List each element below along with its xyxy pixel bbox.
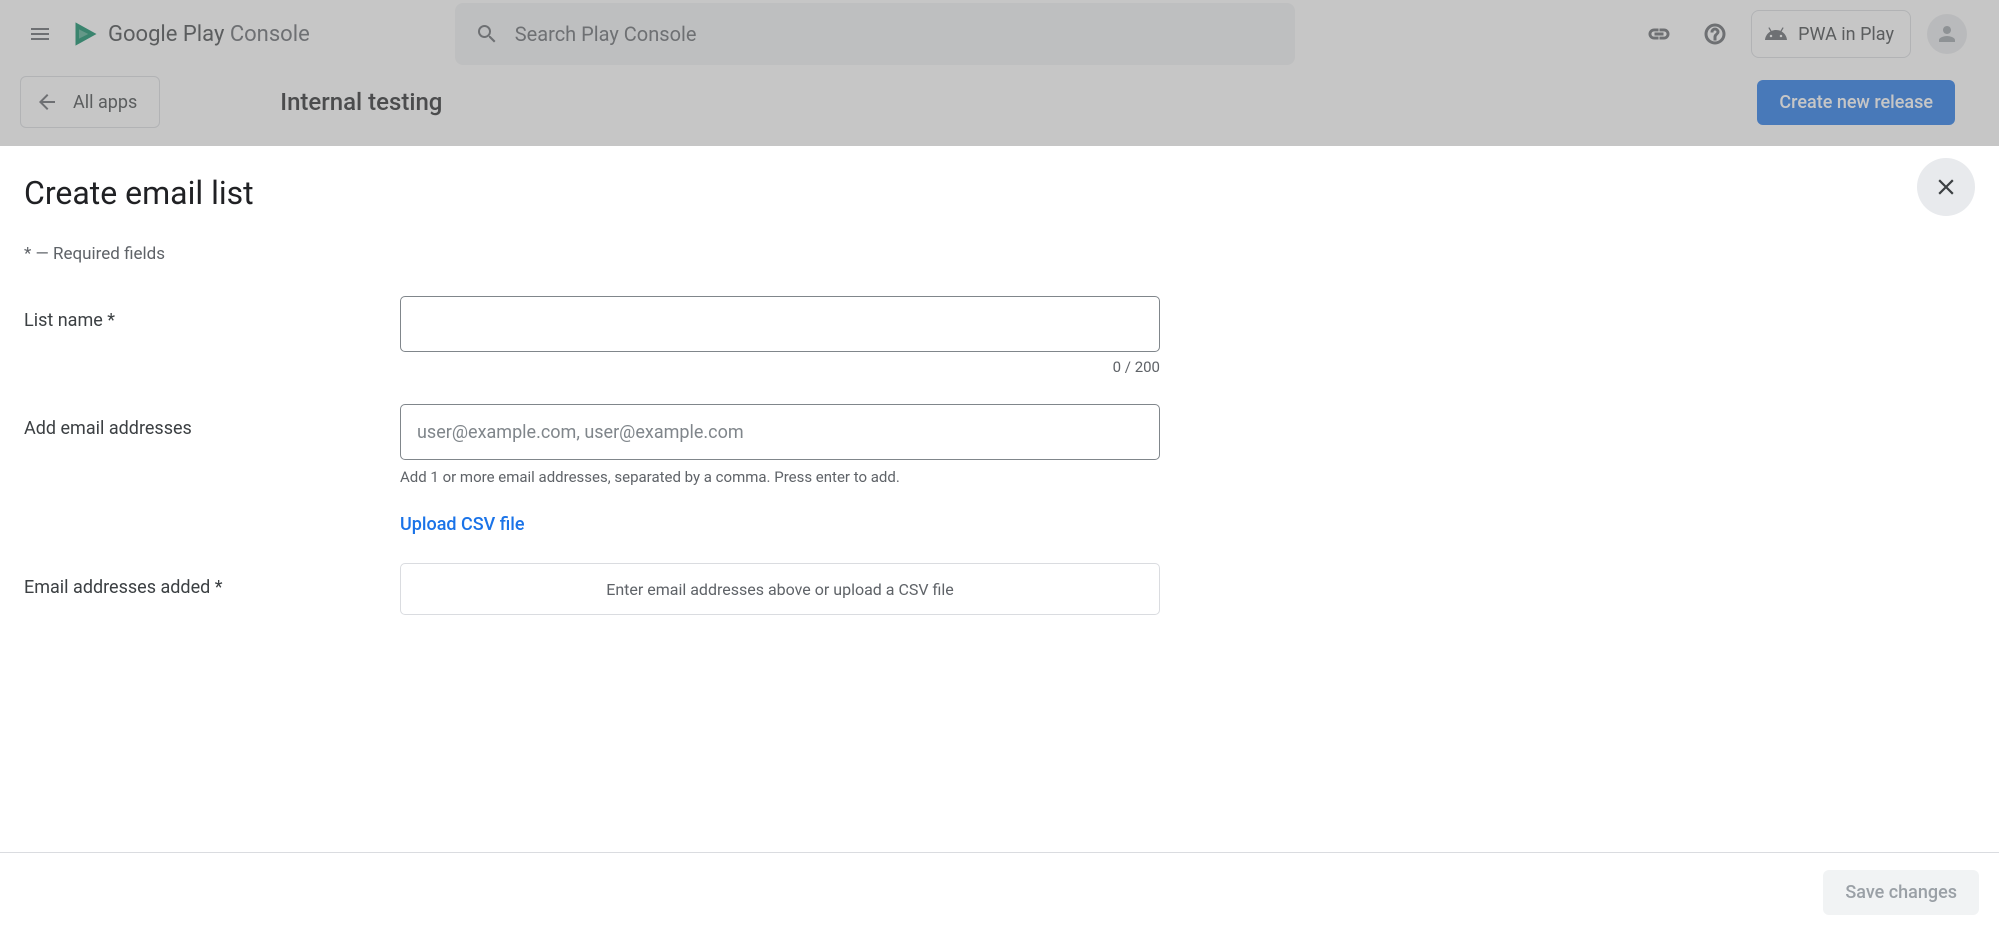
help-icon (1703, 22, 1727, 46)
link-button[interactable] (1639, 14, 1679, 54)
play-logo-icon (72, 20, 100, 48)
create-release-button[interactable]: Create new release (1757, 80, 1955, 125)
required-fields-hint: * — Required fields (24, 244, 1975, 264)
list-name-input[interactable] (400, 296, 1160, 352)
close-button[interactable] (1917, 158, 1975, 216)
upload-csv-button[interactable]: Upload CSV file (400, 514, 525, 535)
add-emails-input[interactable] (400, 404, 1160, 460)
modal-title: Create email list (24, 174, 254, 212)
all-apps-label: All apps (73, 92, 137, 113)
background-header: Google Play Console Search Play Console … (0, 0, 1999, 146)
add-emails-helper: Add 1 or more email addresses, separated… (400, 468, 1160, 486)
app-selector-label: PWA in Play (1798, 24, 1894, 45)
save-changes-button[interactable]: Save changes (1823, 870, 1979, 915)
android-icon (1764, 22, 1788, 46)
add-emails-label: Add email addresses (24, 404, 400, 439)
arrow-back-icon (35, 90, 59, 114)
help-button[interactable] (1695, 14, 1735, 54)
person-icon (1935, 22, 1959, 46)
menu-button[interactable] (16, 10, 64, 58)
list-name-label: List name * (24, 296, 400, 331)
search-box[interactable]: Search Play Console (455, 3, 1295, 65)
emails-added-label: Email addresses added * (24, 563, 400, 598)
app-selector[interactable]: PWA in Play (1751, 10, 1911, 58)
emails-added-empty-state: Enter email addresses above or upload a … (400, 563, 1160, 615)
page-title: Internal testing (280, 88, 442, 116)
list-name-char-counter: 0 / 200 (400, 358, 1160, 376)
logo-text: Google Play Console (108, 22, 310, 47)
all-apps-button[interactable]: All apps (20, 76, 160, 128)
search-placeholder: Search Play Console (515, 22, 697, 46)
link-icon (1647, 22, 1671, 46)
close-icon (1933, 174, 1959, 200)
hamburger-icon (28, 22, 52, 46)
create-email-list-modal: Create email list * — Required fields Li… (0, 146, 1999, 932)
avatar[interactable] (1927, 14, 1967, 54)
search-icon (475, 22, 499, 46)
play-console-logo: Google Play Console (72, 20, 310, 48)
